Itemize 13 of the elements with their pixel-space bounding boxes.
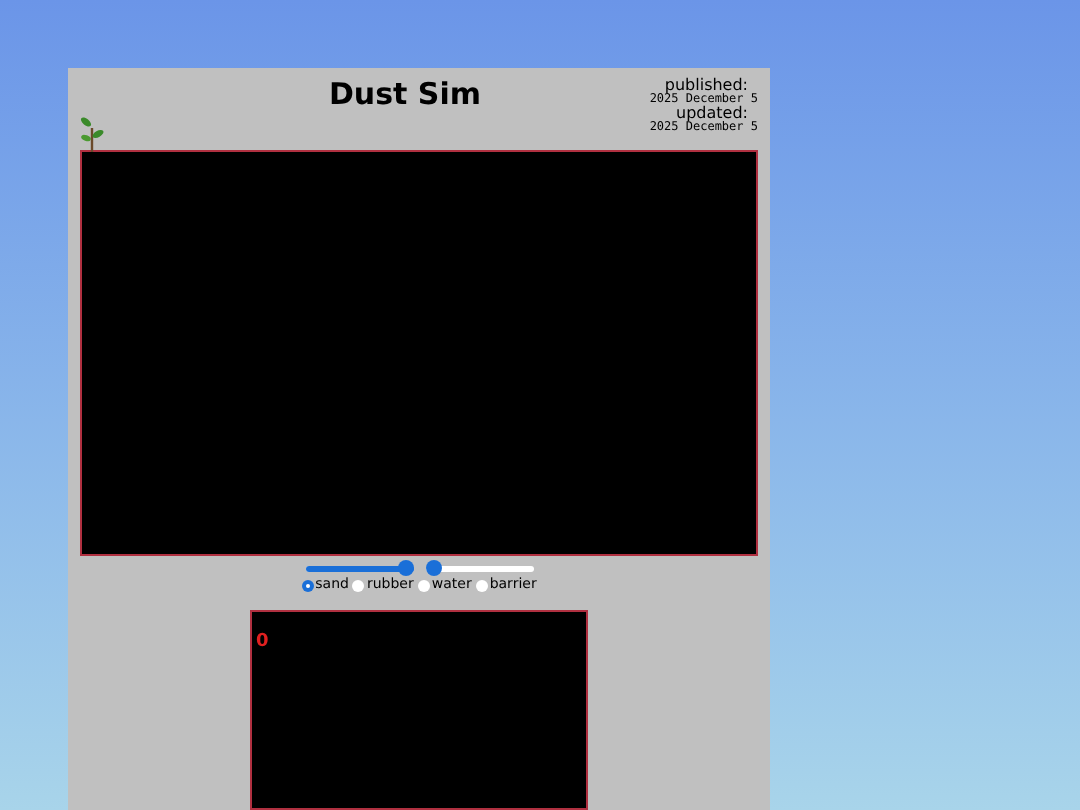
slider-thumb[interactable] — [425, 560, 441, 576]
radio-button[interactable] — [417, 579, 430, 591]
slider[interactable] — [425, 560, 533, 576]
slider-thumb[interactable] — [397, 560, 413, 576]
particle-counter: 0 — [256, 632, 269, 652]
sprout-icon — [80, 112, 104, 152]
date-label: updated: — [676, 106, 748, 122]
date-label: published: — [664, 78, 748, 94]
radio-button[interactable] — [352, 579, 365, 591]
radio-button[interactable] — [475, 579, 488, 591]
page-title: Dust Sim — [328, 80, 482, 116]
radio-button[interactable] — [301, 579, 314, 591]
slider[interactable] — [305, 560, 413, 576]
